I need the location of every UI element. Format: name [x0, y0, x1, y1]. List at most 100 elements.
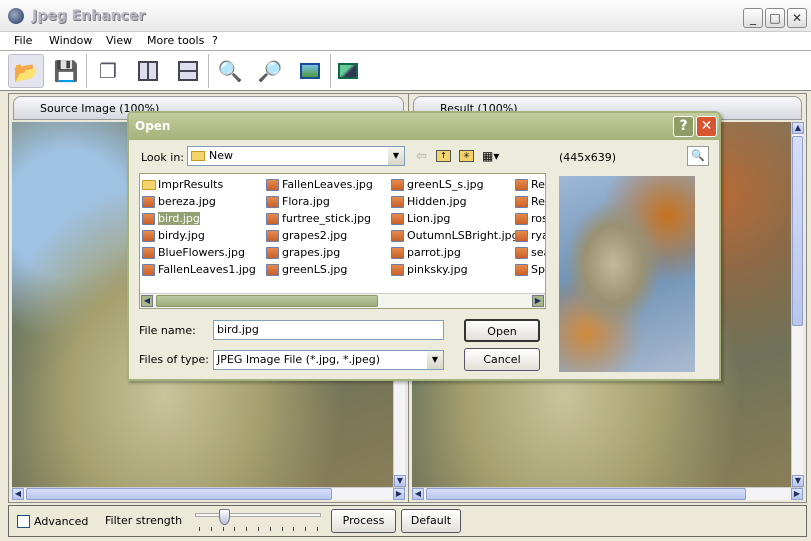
open-folder-icon: 📂: [13, 60, 39, 84]
file-item-label: furtree_stick.jpg: [282, 212, 372, 225]
back-icon[interactable]: ⇦: [416, 149, 427, 164]
menu-bar: File Window View More tools ?: [0, 32, 811, 51]
toolbar: 📂 💾 ❐ 🔍 🔎: [0, 51, 811, 91]
file-item[interactable]: Hidden.jpg: [391, 194, 467, 210]
file-list[interactable]: ImprResults bereza.jpg bird.jpg birdy.jpg Bl…: [139, 173, 546, 309]
open-button[interactable]: 📂: [8, 54, 44, 88]
horizontal-scrollbar[interactable]: ◀ ▶: [12, 487, 405, 500]
up-folder-icon[interactable]: ↑: [436, 150, 451, 162]
horizontal-scrollbar[interactable]: ◀ ▶: [412, 487, 803, 500]
file-item-label: Re: [531, 195, 545, 208]
slider-tick: [269, 527, 271, 531]
scroll-down-arrow[interactable]: ▼: [394, 475, 406, 487]
jpeg-file-icon: [515, 179, 528, 191]
look-in-dropdown[interactable]: New ▼: [187, 146, 405, 166]
file-item-label: Lion.jpg: [407, 212, 451, 225]
file-item[interactable]: Spr: [515, 262, 545, 278]
scroll-down-arrow[interactable]: ▼: [792, 475, 804, 487]
tile-horizontal-button[interactable]: [170, 54, 206, 88]
menu-file[interactable]: File: [14, 34, 32, 47]
jpeg-file-icon: [266, 264, 279, 276]
default-button[interactable]: Default: [401, 509, 461, 533]
file-item-label: FallenLeaves1.jpg: [158, 263, 256, 276]
save-button[interactable]: 💾: [48, 54, 84, 88]
file-item-label: parrot.jpg: [407, 246, 461, 259]
files-of-type-dropdown[interactable]: JPEG Image File (*.jpg, *.jpeg) ▼: [213, 350, 444, 370]
file-item[interactable]: ros: [515, 211, 545, 227]
file-item[interactable]: sea: [515, 245, 545, 261]
file-item[interactable]: Re: [515, 194, 545, 210]
folder-item[interactable]: ImprResults: [142, 177, 223, 193]
scroll-left-arrow[interactable]: ◀: [141, 295, 153, 307]
jpeg-file-icon: [515, 196, 528, 208]
jpeg-file-icon: [391, 179, 404, 191]
file-item[interactable]: BlueFlowers.jpg: [142, 245, 245, 261]
menu-view[interactable]: View: [106, 34, 132, 47]
file-list-scrollbar[interactable]: ◀ ▶: [140, 293, 545, 308]
cascade-button[interactable]: ❐: [90, 54, 126, 88]
folder-icon: [191, 151, 205, 161]
zoom-out-button[interactable]: 🔎: [252, 54, 288, 88]
dialog-close-button[interactable]: ✕: [696, 116, 717, 137]
file-item[interactable]: FallenLeaves.jpg: [266, 177, 373, 193]
dropdown-arrow-icon[interactable]: ▼: [427, 351, 443, 369]
new-folder-icon[interactable]: ✳: [459, 150, 474, 162]
file-item[interactable]: Re: [515, 177, 545, 193]
maximize-button[interactable]: □: [765, 8, 785, 28]
edit-image-button[interactable]: [330, 54, 366, 88]
filter-strength-slider[interactable]: [195, 509, 321, 534]
file-item[interactable]: bereza.jpg: [142, 194, 216, 210]
scroll-thumb[interactable]: [792, 136, 803, 326]
file-item[interactable]: FallenLeaves1.jpg: [142, 262, 256, 278]
file-item[interactable]: birdy.jpg: [142, 228, 205, 244]
view-menu-icon[interactable]: ▦▾: [482, 149, 499, 163]
file-item[interactable]: grapes2.jpg: [266, 228, 347, 244]
scroll-left-arrow[interactable]: ◀: [412, 488, 424, 500]
advanced-checkbox[interactable]: [17, 515, 30, 528]
open-button[interactable]: Open: [464, 319, 540, 342]
preview-toggle-icon[interactable]: 🔍: [687, 146, 709, 166]
jpeg-file-icon: [391, 213, 404, 225]
scroll-right-arrow[interactable]: ▶: [532, 295, 544, 307]
cancel-button[interactable]: Cancel: [464, 348, 540, 371]
dialog-help-button[interactable]: ?: [673, 116, 694, 137]
fit-window-button[interactable]: [292, 54, 328, 88]
scroll-left-arrow[interactable]: ◀: [12, 488, 24, 500]
menu-more-tools[interactable]: More tools: [147, 34, 204, 47]
scroll-right-arrow[interactable]: ▶: [791, 488, 803, 500]
minimize-button[interactable]: _: [743, 8, 763, 28]
slider-thumb[interactable]: [218, 509, 230, 525]
dropdown-arrow-icon[interactable]: ▼: [388, 147, 404, 165]
file-name-input[interactable]: bird.jpg: [213, 320, 444, 340]
file-item-label: Re: [531, 178, 545, 191]
file-item[interactable]: grapes.jpg: [266, 245, 340, 261]
file-item[interactable]: parrot.jpg: [391, 245, 461, 261]
file-item[interactable]: rya: [515, 228, 545, 244]
file-item[interactable]: furtree_stick.jpg: [266, 211, 371, 227]
file-item[interactable]: Lion.jpg: [391, 211, 450, 227]
file-item-label: Spr: [531, 263, 545, 276]
file-name-label: File name:: [139, 324, 196, 337]
menu-help[interactable]: ?: [212, 34, 218, 47]
scroll-thumb[interactable]: [426, 488, 746, 500]
scroll-right-arrow[interactable]: ▶: [393, 488, 405, 500]
file-item[interactable]: OutumnLSBright.jpg: [391, 228, 519, 244]
menu-window[interactable]: Window: [49, 34, 92, 47]
scroll-thumb[interactable]: [156, 295, 378, 307]
close-button[interactable]: ✕: [787, 8, 807, 28]
scroll-up-arrow[interactable]: ▲: [792, 122, 804, 134]
file-item[interactable]: pinksky.jpg: [391, 262, 468, 278]
files-of-type-label: Files of type:: [139, 353, 210, 366]
slider-tick: [293, 527, 295, 531]
file-item[interactable]: greenLS.jpg: [266, 262, 347, 278]
tile-vertical-button[interactable]: [130, 54, 166, 88]
file-item[interactable]: greenLS_s.jpg: [391, 177, 484, 193]
file-item-label: bereza.jpg: [158, 195, 216, 208]
process-button[interactable]: Process: [331, 509, 396, 533]
vertical-scrollbar[interactable]: ▲ ▼: [791, 122, 804, 487]
scroll-thumb[interactable]: [26, 488, 332, 500]
file-item[interactable]: Flora.jpg: [266, 194, 330, 210]
file-item[interactable]: bird.jpg: [142, 211, 200, 227]
zoom-in-button[interactable]: 🔍: [212, 54, 248, 88]
jpeg-file-icon: [266, 247, 279, 259]
